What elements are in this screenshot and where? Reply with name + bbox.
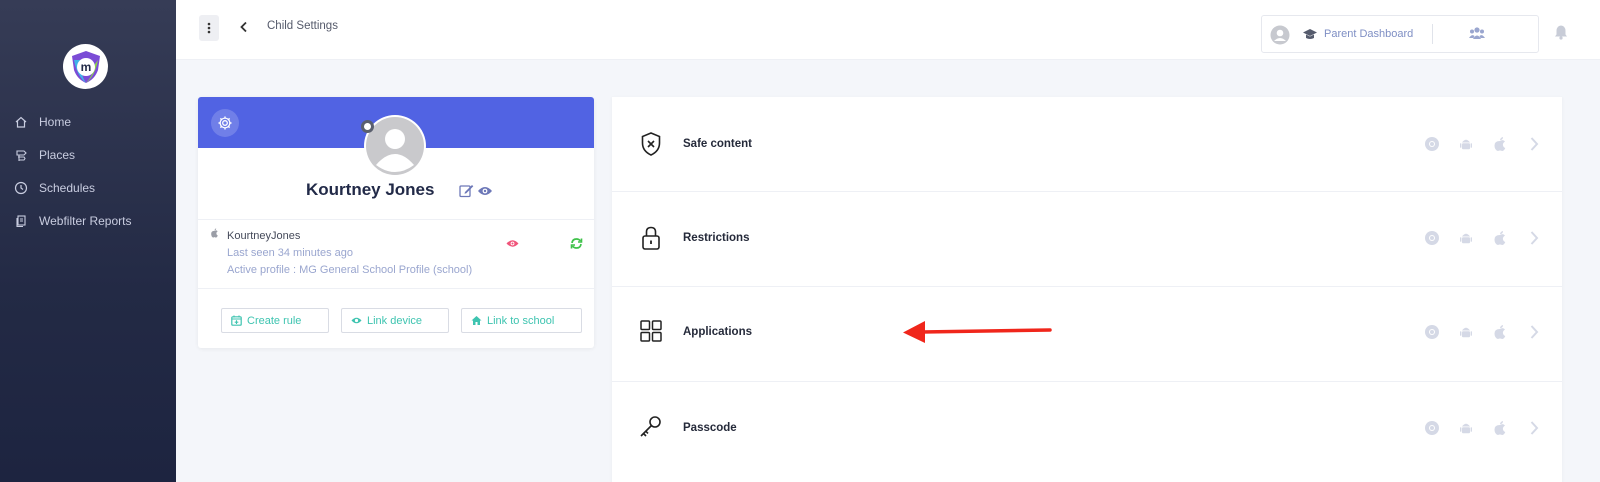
avatar-placeholder-icon — [366, 117, 424, 175]
account-switcher[interactable]: Parent Dashboard — [1261, 15, 1539, 53]
shield-x-icon — [641, 132, 661, 156]
child-name: Kourtney Jones — [306, 180, 435, 199]
link-device-button[interactable]: Link device — [341, 308, 449, 333]
svg-text:m: m — [80, 60, 91, 74]
setting-row-passcode[interactable]: Passcode — [612, 382, 1562, 477]
create-rule-label: Create rule — [247, 314, 302, 327]
parent-dashboard-link[interactable]: Parent Dashboard — [1324, 28, 1413, 40]
calendar-plus-icon — [231, 315, 242, 326]
lock-icon — [642, 226, 660, 250]
device-username: KourtneyJones — [227, 230, 301, 242]
platform-icons — [1406, 230, 1542, 246]
status-indicator — [361, 120, 374, 133]
sidebar-item-label: Webfilter Reports — [39, 214, 132, 228]
divider — [198, 219, 594, 220]
setting-row-safe-content[interactable]: Safe content — [612, 97, 1562, 192]
sidebar-item-label: Schedules — [39, 181, 96, 195]
chrome-icon — [1424, 420, 1440, 436]
page-title: Child Settings — [267, 20, 338, 32]
sidebar-item-places[interactable]: Places — [0, 143, 176, 167]
chrome-icon — [1424, 136, 1440, 152]
settings-list: Safe content Restrictions Applications P… — [612, 97, 1562, 482]
apple-icon — [1492, 136, 1508, 152]
setting-label: Restrictions — [683, 232, 750, 244]
setting-row-restrictions[interactable]: Restrictions — [612, 192, 1562, 287]
menu-button[interactable] — [199, 15, 219, 41]
link-to-school-label: Link to school — [487, 314, 555, 327]
platform-icons — [1406, 136, 1542, 152]
places-icon — [14, 148, 28, 162]
android-icon — [1458, 230, 1474, 246]
platform-icons — [1406, 324, 1542, 340]
sidebar-item-home[interactable]: Home — [0, 110, 176, 134]
child-profile-card: Kourtney Jones KourtneyJones Last seen 3… — [198, 97, 594, 348]
sidebar: m Home Places Schedules Webfilter Report… — [0, 0, 176, 482]
top-bar: Child Settings Parent Dashboard — [176, 0, 1600, 60]
link-to-school-button[interactable]: Link to school — [461, 308, 582, 333]
platform-icons — [1406, 420, 1542, 436]
chrome-icon — [1424, 324, 1440, 340]
apple-icon — [1492, 230, 1508, 246]
eye-icon[interactable] — [477, 184, 493, 198]
apple-icon — [1492, 324, 1508, 340]
active-profile-text: Active profile : MG General School Profi… — [227, 264, 473, 276]
chrome-icon — [1424, 230, 1440, 246]
sidebar-item-schedules[interactable]: Schedules — [0, 176, 176, 200]
home-icon — [471, 316, 482, 325]
kebab-menu-icon — [207, 22, 211, 34]
last-seen-text: Last seen 34 minutes ago — [227, 247, 353, 259]
logo-mark-icon: m — [71, 50, 100, 83]
chevron-right-icon — [1526, 324, 1542, 340]
create-rule-button[interactable]: Create rule — [221, 308, 329, 333]
chevron-right-icon — [1526, 136, 1542, 152]
chevron-right-icon — [1526, 420, 1542, 436]
visibility-eye-icon[interactable] — [506, 238, 519, 249]
graduation-cap-icon — [1303, 29, 1317, 39]
bell-icon[interactable] — [1553, 24, 1569, 40]
setting-label: Safe content — [683, 138, 753, 150]
setting-label: Applications — [683, 326, 753, 338]
gear-icon — [218, 116, 232, 130]
sidebar-item-label: Places — [39, 148, 76, 162]
divider — [1432, 24, 1433, 44]
report-icon — [14, 214, 28, 228]
key-icon — [640, 416, 661, 437]
app-logo[interactable]: m — [63, 44, 108, 89]
back-button[interactable] — [236, 19, 250, 35]
red-arrow-annotation — [903, 321, 1052, 343]
profile-settings-button[interactable] — [211, 109, 239, 137]
setting-row-applications[interactable]: Applications — [612, 287, 1562, 382]
divider — [198, 288, 594, 289]
android-icon — [1458, 420, 1474, 436]
home-icon — [14, 115, 28, 129]
clock-icon — [14, 181, 28, 195]
edit-icon[interactable] — [459, 183, 474, 198]
link-device-label: Link device — [367, 314, 423, 327]
android-icon — [1458, 136, 1474, 152]
apple-icon — [211, 228, 218, 238]
eye-icon — [351, 317, 362, 324]
sidebar-item-label: Home — [39, 115, 72, 129]
user-avatar-icon — [1270, 25, 1290, 45]
users-group-icon[interactable] — [1468, 25, 1486, 41]
android-icon — [1458, 324, 1474, 340]
sync-icon[interactable] — [570, 237, 583, 250]
chevron-left-icon — [239, 21, 247, 33]
sidebar-item-webfilter-reports[interactable]: Webfilter Reports — [0, 209, 176, 233]
chevron-right-icon — [1526, 230, 1542, 246]
apple-icon — [1492, 420, 1508, 436]
setting-label: Passcode — [683, 422, 737, 434]
grid-icon — [640, 320, 662, 342]
